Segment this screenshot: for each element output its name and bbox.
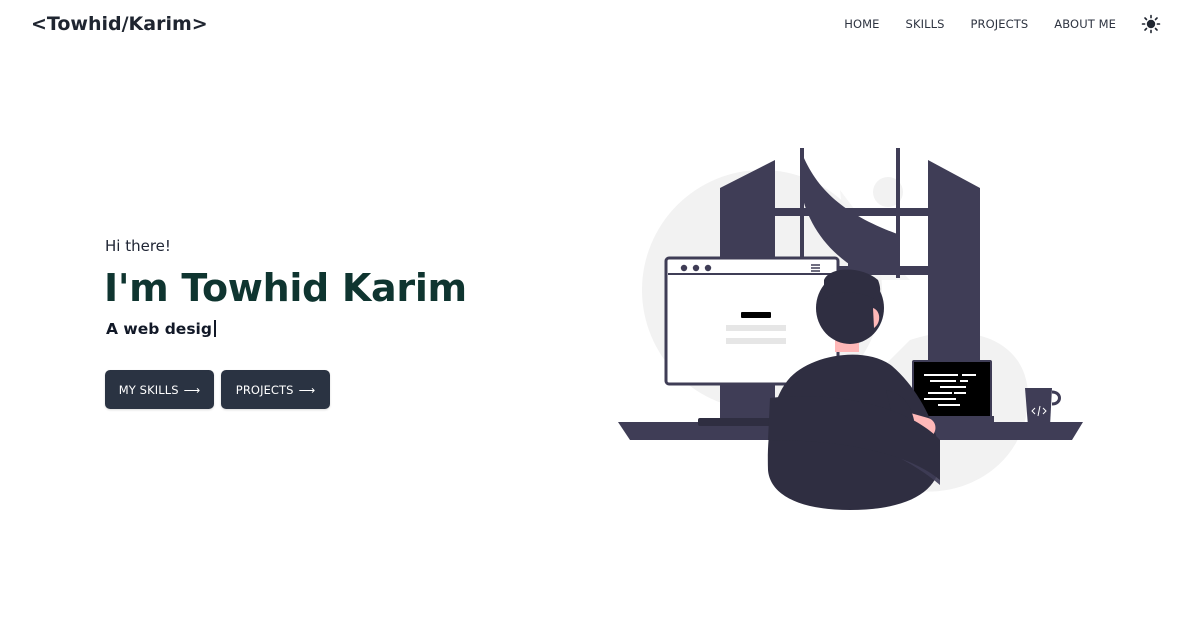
site-logo[interactable]: <Towhid/Karim> <box>31 13 208 35</box>
hero-actions: MY SKILLS ⟶ PROJECTS ⟶ <box>105 370 330 409</box>
hero-illustration <box>610 140 1090 520</box>
typing-caret <box>213 320 216 337</box>
nav-projects[interactable]: PROJECTS <box>971 17 1029 31</box>
developer-at-desk-illustration <box>618 148 1083 510</box>
main-nav: HOME SKILLS PROJECTS ABOUT ME <box>818 17 1116 31</box>
hero-name: I'm Towhid Karim <box>104 266 467 310</box>
theme-toggle-button[interactable] <box>1141 14 1161 34</box>
nav-skills[interactable]: SKILLS <box>906 17 945 31</box>
my-skills-button[interactable]: MY SKILLS ⟶ <box>105 370 214 409</box>
hero-tagline: A web desig <box>106 320 216 338</box>
projects-button[interactable]: PROJECTS ⟶ <box>221 370 330 409</box>
sun-icon <box>1141 14 1161 34</box>
arrow-right-icon: ⟶ <box>298 382 316 397</box>
arrow-right-icon: ⟶ <box>183 382 201 397</box>
nav-home[interactable]: HOME <box>844 17 879 31</box>
hero-greeting: Hi there! <box>105 237 171 255</box>
typed-text: A web desig <box>106 320 212 338</box>
nav-about-me[interactable]: ABOUT ME <box>1054 17 1116 31</box>
projects-label: PROJECTS <box>235 382 294 397</box>
site-header: <Towhid/Karim> HOME SKILLS PROJECTS ABOU… <box>0 0 1200 52</box>
my-skills-label: MY SKILLS <box>118 382 179 397</box>
